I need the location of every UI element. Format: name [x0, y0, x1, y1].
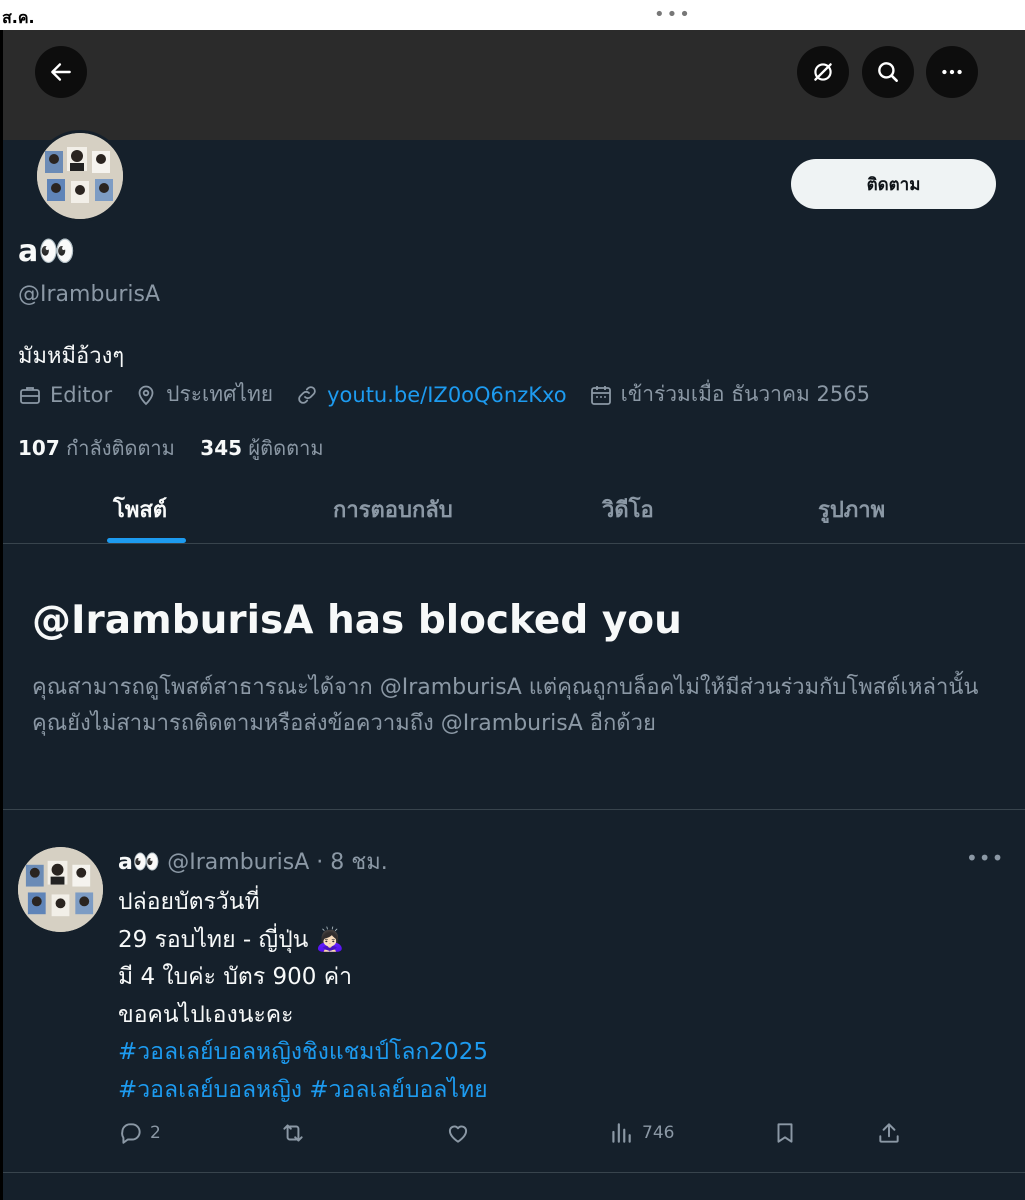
tweet-avatar[interactable]	[18, 847, 103, 932]
heart-icon	[448, 1125, 468, 1143]
tweet-more-button[interactable]: •••	[966, 846, 1004, 870]
link-icon	[298, 385, 316, 404]
profile-meta: Editor ประเทศไทย youtu.be/IZ0oQ6nzKxo เข…	[18, 378, 892, 411]
more-dots-icon: •••	[966, 846, 1005, 870]
window-edge	[0, 30, 3, 1200]
status-bar: ส.ค. •••	[0, 0, 1025, 30]
tweet-text: ปล่อยบัตรวันที่ 29 รอบไทย - ญี่ปุ่น 🙇🏻‍♀…	[118, 884, 978, 1109]
location-pin-icon	[138, 385, 154, 405]
follow-counts: 107 กำลังติดตาม 345 ผู้ติดตาม	[18, 432, 324, 464]
grok-slash-icon	[814, 63, 832, 81]
calendar-icon	[590, 385, 611, 405]
views-count: 746	[642, 1123, 675, 1143]
tab-replies[interactable]: การตอบกลับ	[333, 492, 453, 527]
tab-posts[interactable]: โพสต์	[113, 492, 167, 527]
bookmark-button[interactable]	[772, 1118, 798, 1148]
reply-icon	[121, 1123, 141, 1144]
link-meta[interactable]: youtu.be/IZ0oQ6nzKxo	[295, 383, 567, 407]
avatar-photo-collage	[37, 133, 123, 219]
profile-tabs: โพสต์ การตอบกลับ วิดีโอ รูปภาพ	[3, 480, 1025, 544]
tweet-line: 29 รอบไทย - ญี่ปุ่น 🙇🏻‍♀️	[118, 926, 345, 953]
more-button[interactable]	[926, 46, 978, 98]
display-name: a👀	[18, 234, 76, 269]
profile-handle: @IramburisA	[18, 282, 161, 307]
location-label: ประเทศไทย	[166, 382, 274, 406]
hashtag-link[interactable]: #วอลเลย์บอลไทย	[309, 1077, 487, 1103]
profile-bio: มัมหมีอ้วงๆ	[18, 344, 125, 369]
hashtag-link[interactable]: #วอลเลย์บอลหญิงชิงแชมป์โลก2025	[118, 1039, 488, 1065]
blocked-description: คุณสามารถดูโพสต์สาธารณะได้จาก @Iramburis…	[32, 675, 979, 736]
repost-button[interactable]	[280, 1118, 306, 1148]
share-button[interactable]	[876, 1118, 902, 1148]
reply-count: 2	[150, 1123, 161, 1143]
location-meta: ประเทศไทย	[134, 378, 273, 411]
job-meta: Editor	[18, 383, 112, 407]
section-divider	[3, 809, 1025, 810]
joined-meta: เข้าร่วมเมื่อ ธันวาคม 2565	[589, 378, 870, 411]
views-chart-icon	[612, 1123, 631, 1143]
tweet-header: a👀 @IramburisA · 8 ชม.	[118, 844, 388, 879]
following-count: 107	[18, 436, 60, 460]
job-label: Editor	[50, 382, 113, 407]
grok-button[interactable]	[797, 46, 849, 98]
like-button[interactable]	[445, 1118, 471, 1148]
tweet-line: มี 4 ใบค่ะ บัตร 900 ค่า	[118, 964, 353, 990]
tweet-line: ปล่อยบัตรวันที่	[118, 889, 260, 915]
avatar-photo-collage	[18, 847, 103, 932]
briefcase-icon	[20, 386, 40, 404]
search-button[interactable]	[862, 46, 914, 98]
following-link[interactable]: 107 กำลังติดตาม	[18, 436, 175, 460]
search-icon	[878, 62, 898, 82]
bookmark-icon	[777, 1123, 793, 1143]
followers-link[interactable]: 345 ผู้ติดตาม	[200, 436, 323, 460]
reply-button[interactable]: 2	[118, 1118, 161, 1148]
tweet-line: ขอคนไปเองนะคะ	[118, 1001, 294, 1028]
profile-avatar[interactable]	[34, 130, 126, 222]
profile-link[interactable]: youtu.be/IZ0oQ6nzKxo	[327, 383, 567, 407]
hashtag-link[interactable]: #วอลเลย์บอลหญิง	[118, 1077, 302, 1103]
active-tab-indicator	[107, 538, 186, 543]
tweet-author-name[interactable]: a👀	[118, 850, 160, 875]
share-icon	[879, 1123, 899, 1143]
status-time: ส.ค.	[2, 8, 35, 27]
followers-count: 345	[200, 436, 243, 460]
back-button[interactable]	[35, 46, 87, 98]
status-dots: •••	[654, 4, 692, 25]
blocked-title: @IramburisA has blocked you	[32, 598, 682, 643]
more-dots-icon	[942, 69, 962, 75]
repost-icon	[283, 1124, 303, 1142]
joined-label: เข้าร่วมเมื่อ ธันวาคม 2565	[620, 382, 870, 406]
tweet-divider	[3, 1172, 1025, 1173]
following-label: กำลังติดตาม	[66, 436, 175, 460]
tweet-time[interactable]: · 8 ชม.	[316, 850, 387, 875]
tweet-author-handle[interactable]: @IramburisA	[167, 850, 309, 875]
tab-videos[interactable]: วิดีโอ	[602, 492, 654, 527]
views-button[interactable]: 746	[608, 1118, 674, 1148]
arrow-left-icon	[51, 63, 71, 81]
follow-button[interactable]: ติดตาม	[791, 159, 996, 209]
tab-photos[interactable]: รูปภาพ	[818, 492, 885, 527]
followers-label: ผู้ติดตาม	[248, 436, 324, 460]
